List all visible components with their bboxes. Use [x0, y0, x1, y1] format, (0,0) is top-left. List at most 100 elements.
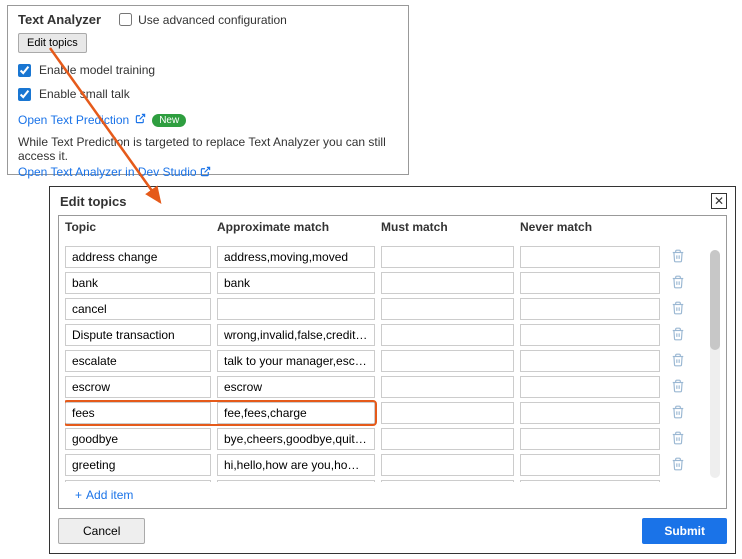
- trash-icon: [671, 431, 685, 448]
- edit-topics-button[interactable]: Edit topics: [18, 33, 87, 53]
- enable-smalltalk-label: Enable small talk: [39, 87, 130, 101]
- header-must: Must match: [381, 220, 514, 234]
- topic-input[interactable]: [65, 272, 211, 294]
- approx-match-input[interactable]: [217, 298, 375, 320]
- close-button[interactable]: ✕: [711, 193, 727, 209]
- topic-input[interactable]: [65, 454, 211, 476]
- approx-match-input[interactable]: [217, 402, 375, 424]
- table-row: [65, 428, 704, 450]
- trash-icon: [671, 353, 685, 370]
- must-match-input[interactable]: [381, 324, 514, 346]
- never-match-input[interactable]: [520, 350, 660, 372]
- must-match-input[interactable]: [381, 350, 514, 372]
- never-match-input[interactable]: [520, 376, 660, 398]
- never-match-input[interactable]: [520, 402, 660, 424]
- delete-row-button[interactable]: [666, 246, 690, 268]
- cancel-button[interactable]: Cancel: [58, 518, 145, 544]
- delete-row-button[interactable]: [666, 298, 690, 320]
- scrollbar-thumb[interactable]: [710, 250, 720, 350]
- approx-match-input[interactable]: [217, 246, 375, 268]
- trash-icon: [671, 327, 685, 344]
- must-match-input[interactable]: [381, 272, 514, 294]
- table-row: [65, 454, 704, 476]
- note-text: While Text Prediction is targeted to rep…: [18, 135, 398, 163]
- must-match-input[interactable]: [381, 246, 514, 268]
- approx-match-input[interactable]: [217, 376, 375, 398]
- table-row: [65, 402, 704, 424]
- never-match-input[interactable]: [520, 454, 660, 476]
- delete-row-button[interactable]: [666, 350, 690, 372]
- must-match-input[interactable]: [381, 454, 514, 476]
- trash-icon: [671, 379, 685, 396]
- delete-row-button[interactable]: [666, 324, 690, 346]
- edit-topics-modal: Edit topics ✕ Topic Approximate match Mu…: [49, 186, 736, 554]
- trash-icon: [671, 275, 685, 292]
- add-item-link[interactable]: + Add item: [75, 488, 133, 502]
- never-match-input[interactable]: [520, 324, 660, 346]
- approx-match-input[interactable]: [217, 324, 375, 346]
- approx-match-input[interactable]: [217, 272, 375, 294]
- scrollbar[interactable]: [710, 250, 720, 478]
- advanced-config-checkbox[interactable]: Use advanced configuration: [119, 13, 287, 27]
- approx-match-input[interactable]: [217, 480, 375, 482]
- table-row: [65, 298, 704, 320]
- topic-input[interactable]: [65, 324, 211, 346]
- topic-input[interactable]: [65, 402, 211, 424]
- modal-title: Edit topics: [60, 194, 126, 209]
- table-row: [65, 480, 704, 482]
- submit-button[interactable]: Submit: [642, 518, 727, 544]
- header-never: Never match: [520, 220, 660, 234]
- approx-match-input[interactable]: [217, 350, 375, 372]
- never-match-input[interactable]: [520, 298, 660, 320]
- enable-training-checkbox[interactable]: [18, 64, 31, 77]
- advanced-config-input[interactable]: [119, 13, 132, 26]
- topic-input[interactable]: [65, 376, 211, 398]
- approx-match-input[interactable]: [217, 428, 375, 450]
- trash-icon: [671, 301, 685, 318]
- topic-input[interactable]: [65, 298, 211, 320]
- topic-input[interactable]: [65, 480, 211, 482]
- approx-match-input[interactable]: [217, 454, 375, 476]
- delete-row-button[interactable]: [666, 376, 690, 398]
- must-match-input[interactable]: [381, 298, 514, 320]
- must-match-input[interactable]: [381, 428, 514, 450]
- plus-icon: +: [75, 488, 82, 502]
- must-match-input[interactable]: [381, 402, 514, 424]
- panel-title: Text Analyzer: [18, 12, 101, 27]
- must-match-input[interactable]: [381, 376, 514, 398]
- header-topic: Topic: [65, 220, 211, 234]
- delete-row-button[interactable]: [666, 402, 690, 424]
- topic-input[interactable]: [65, 350, 211, 372]
- topic-input[interactable]: [65, 428, 211, 450]
- enable-smalltalk-checkbox[interactable]: [18, 88, 31, 101]
- never-match-input[interactable]: [520, 428, 660, 450]
- topic-input[interactable]: [65, 246, 211, 268]
- external-link-icon: [200, 166, 211, 180]
- table-row: [65, 272, 704, 294]
- trash-icon: [671, 249, 685, 266]
- modal-body: Topic Approximate match Must match Never…: [58, 215, 727, 509]
- never-match-input[interactable]: [520, 246, 660, 268]
- enable-training-label: Enable model training: [39, 63, 155, 77]
- header-approx: Approximate match: [217, 220, 375, 234]
- delete-row-button[interactable]: [666, 272, 690, 294]
- delete-row-button[interactable]: [666, 428, 690, 450]
- add-item-label: Add item: [86, 488, 133, 502]
- must-match-input[interactable]: [381, 480, 514, 482]
- topics-rows-container: [65, 246, 704, 482]
- advanced-config-label: Use advanced configuration: [138, 13, 287, 27]
- table-row: [65, 376, 704, 398]
- never-match-input[interactable]: [520, 480, 660, 482]
- table-row: [65, 324, 704, 346]
- delete-row-button[interactable]: [666, 480, 690, 482]
- delete-row-button[interactable]: [666, 454, 690, 476]
- never-match-input[interactable]: [520, 272, 660, 294]
- trash-icon: [671, 405, 685, 422]
- table-row: [65, 246, 704, 268]
- open-text-analyzer-link[interactable]: Open Text Analyzer in Dev Studio: [18, 165, 197, 179]
- trash-icon: [671, 457, 685, 474]
- open-text-prediction-link[interactable]: Open Text Prediction: [18, 113, 129, 127]
- text-analyzer-panel: Text Analyzer Use advanced configuration…: [7, 5, 409, 175]
- table-row: [65, 350, 704, 372]
- new-badge: New: [152, 114, 186, 127]
